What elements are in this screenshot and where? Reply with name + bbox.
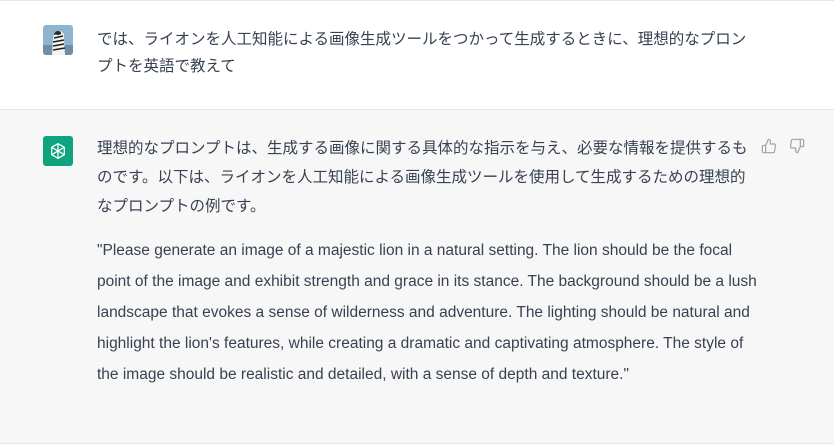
- thumbs-up-icon[interactable]: [761, 138, 779, 156]
- feedback-buttons: [761, 138, 807, 156]
- assistant-prompt-example: "Please generate an image of a majestic …: [97, 242, 757, 383]
- openai-logo-icon: [43, 136, 73, 166]
- user-message-text: では、ライオンを人工知能による画像生成ツールをつかって生成するときに、理想的なプ…: [97, 31, 747, 75]
- zebra-avatar-icon: [43, 25, 73, 55]
- user-message: では、ライオンを人工知能による画像生成ツールをつかって生成するときに、理想的なプ…: [0, 1, 834, 110]
- thumbs-down-icon[interactable]: [789, 138, 807, 156]
- assistant-intro-paragraph: 理想的なプロンプトは、生成する画像に関する具体的な指示を与え、必要な情報を提供す…: [97, 140, 748, 215]
- assistant-message: 理想的なプロンプトは、生成する画像に関する具体的な指示を与え、必要な情報を提供す…: [0, 110, 834, 444]
- assistant-message-text: 理想的なプロンプトは、生成する画像に関する具体的な指示を与え、必要な情報を提供す…: [97, 134, 757, 390]
